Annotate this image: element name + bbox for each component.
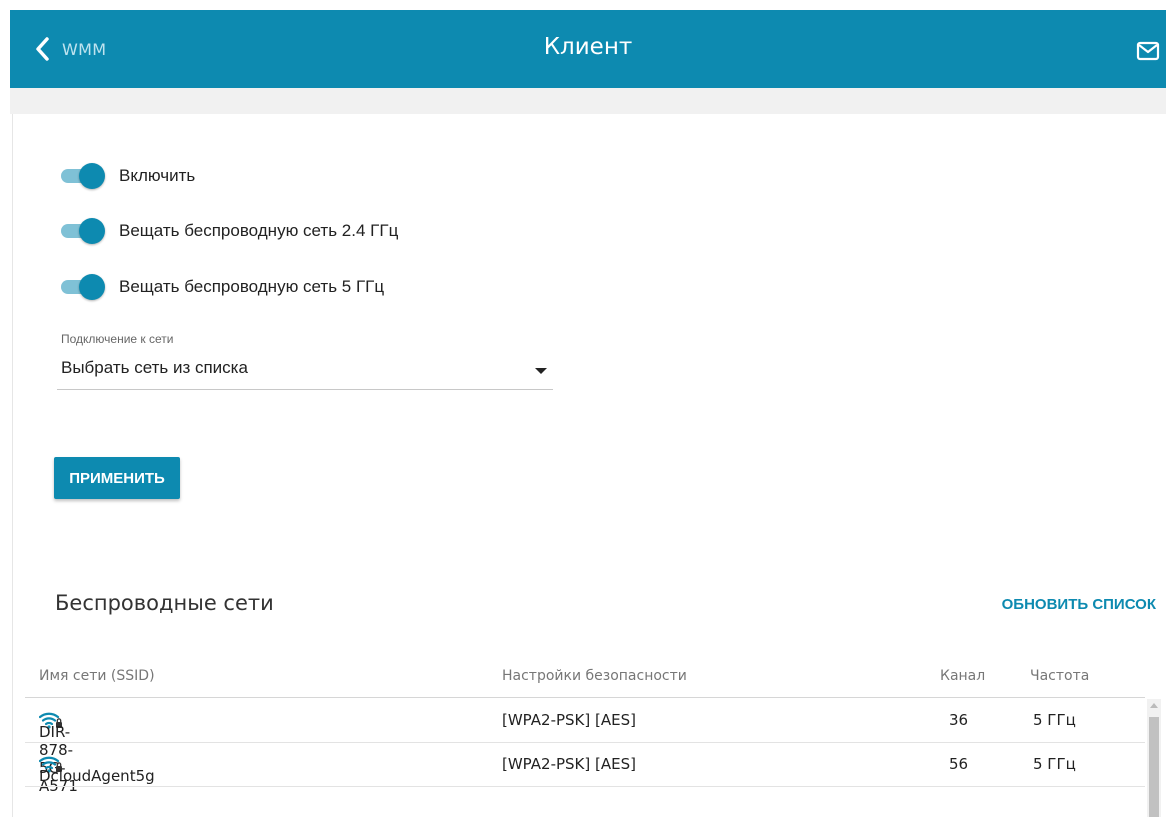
apply-button[interactable]: ПРИМЕНИТЬ — [54, 457, 180, 499]
enable-toggle[interactable] — [61, 163, 105, 189]
column-header-frequency[interactable]: Частота — [1030, 668, 1089, 684]
broadcast-5ghz-toggle[interactable] — [61, 274, 105, 300]
broadcast-24ghz-label: Вещать беспроводную сеть 2.4 ГГц — [119, 221, 399, 240]
toggle-row-enable: Включить — [61, 163, 195, 189]
ssid-cell: DcloudAgent5g — [39, 755, 155, 785]
column-header-channel[interactable]: Канал — [940, 668, 985, 684]
toggle-knob — [79, 218, 105, 244]
security-cell: [WPA2-PSK] [AES] — [502, 755, 636, 773]
toggle-knob — [79, 163, 105, 189]
scroll-thumb[interactable] — [1149, 717, 1159, 817]
mail-icon[interactable] — [1136, 40, 1160, 62]
enable-label: Включить — [119, 166, 196, 185]
table-row[interactable]: DIR-878-5G-A571 [WPA2-PSK] [AES] 36 5 ГГ… — [25, 699, 1145, 795]
broadcast-5ghz-label: Вещать беспроводную сеть 5 ГГц — [119, 277, 385, 296]
channel-cell: 56 — [949, 755, 969, 773]
connection-select-value: Выбрать сеть из списка — [61, 358, 248, 377]
page-title: Клиент — [543, 34, 633, 60]
toggle-knob — [79, 274, 105, 300]
ssid-cell: DIR-878-5G-A571 — [39, 711, 78, 795]
settings-card: Включить Вещать беспроводную сеть 2.4 ГГ… — [12, 114, 1166, 817]
networks-section-title: Беспроводные сети — [55, 591, 274, 615]
column-header-security[interactable]: Настройки безопасности — [502, 668, 687, 684]
caret-down-icon — [535, 368, 547, 374]
top-bar: WMM Клиент — [10, 10, 1166, 88]
frequency-cell: 5 ГГц — [1033, 711, 1076, 729]
security-cell: [WPA2-PSK] [AES] — [502, 711, 636, 729]
connection-select[interactable]: Выбрать сеть из списка — [57, 352, 553, 390]
header-spacer — [10, 88, 1166, 114]
column-header-ssid[interactable]: Имя сети (SSID) — [39, 668, 155, 684]
frequency-cell: 5 ГГц — [1033, 755, 1076, 773]
connection-field-label: Подключение к сети — [61, 332, 174, 346]
networks-table-header: Имя сети (SSID) Настройки безопасности К… — [25, 656, 1145, 698]
toggle-row-broadcast-24: Вещать беспроводную сеть 2.4 ГГц — [61, 218, 398, 244]
table-row[interactable]: DcloudAgent5g [WPA2-PSK] [AES] 56 5 ГГц — [25, 743, 1145, 787]
refresh-list-button[interactable]: ОБНОВИТЬ СПИСОК — [1002, 596, 1156, 613]
channel-cell: 36 — [949, 711, 969, 729]
scroll-up-arrow-icon[interactable] — [1150, 703, 1158, 708]
ssid-text: DcloudAgent5g — [39, 767, 155, 785]
broadcast-24ghz-toggle[interactable] — [61, 218, 105, 244]
toggle-row-broadcast-5: Вещать беспроводную сеть 5 ГГц — [61, 274, 384, 300]
table-scrollbar[interactable] — [1147, 699, 1161, 817]
